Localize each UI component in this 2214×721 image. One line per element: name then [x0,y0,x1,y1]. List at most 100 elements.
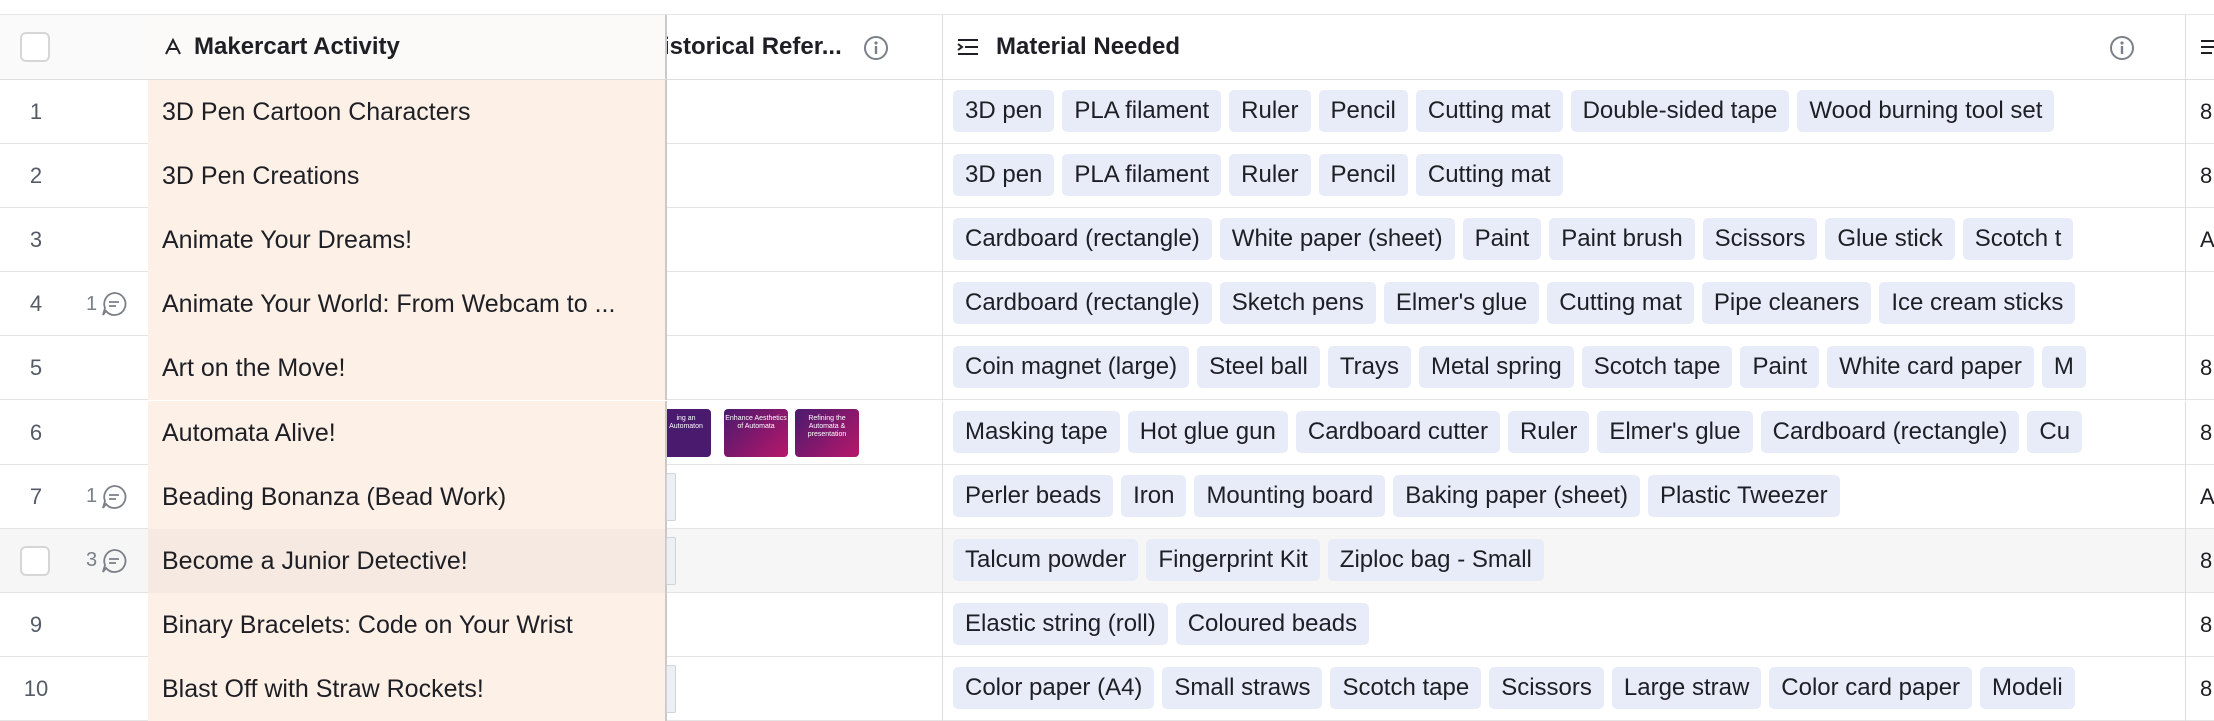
cell-material-needed[interactable]: 3D pen PLA filament Ruler Pencil Cutting mat… [943,80,2186,144]
cell-historical-reference[interactable] [667,336,943,401]
cell-makercart-activity[interactable]: Beading Bonanza (Bead Work) [148,464,667,529]
cell-material-needed[interactable]: Perler beads Iron Mounting board Baking pap… [943,464,2186,529]
cell-material-needed[interactable]: 3D pen PLA filament Ruler Pencil Cutting mat [943,144,2186,209]
material-tag: Hot glue gun [1127,410,1288,453]
activity-name: Art on the Move! [162,354,346,383]
material-tag: Glue stick [1825,218,1955,261]
cell-material-needed[interactable]: Cardboard (rectangle) Sketch pens Elmer's … [943,272,2186,337]
cell-historical-reference[interactable] [667,592,943,657]
activity-name: Beading Bonanza (Bead Work) [162,482,507,511]
grid-header: Makercart Activity istorical Refer... Ma… [0,15,2214,80]
select-all-checkbox[interactable] [20,32,50,62]
material-tag: Cu [2027,410,2083,453]
attachment-thumbnail[interactable]: ing an Automaton [667,408,711,457]
table-row[interactable]: 1 3D Pen Cartoon Characters 3D pen PLA fila… [0,80,2214,144]
material-tag: Mounting board [1194,474,1386,517]
cell-historical-reference[interactable] [667,208,943,273]
cell-makercart-activity[interactable]: Art on the Move! [148,336,667,401]
cell-material-needed[interactable]: Cardboard (rectangle) White paper (sheet)… [943,208,2186,273]
cell-next-column[interactable]: 8 [2186,657,2214,721]
cell-makercart-activity[interactable]: Animate Your World: From Webcam to ... [148,272,667,337]
column-header-label: Material Needed [996,33,1181,60]
column-header-makercart-activity[interactable]: Makercart Activity [148,15,667,79]
cell-next-column[interactable] [2186,272,2214,336]
table-row[interactable]: 10 Blast Off with Straw Rockets! Color pap… [0,656,2214,721]
info-icon[interactable] [2109,35,2135,61]
table-row[interactable]: 6 Automata Alive! ing an Automaton Enhance … [0,400,2214,465]
material-tag-list: 3D pen PLA filament Ruler Pencil Cutting mat… [953,90,2055,132]
cell-next-column[interactable]: A [2186,465,2214,529]
material-tag: Double-sided tape [1570,90,1790,132]
attachment-thumbnail-edge[interactable] [666,472,676,521]
column-header-next[interactable] [2186,15,2214,79]
comment-icon [102,548,127,573]
row-select-checkbox[interactable] [20,545,50,576]
cell-makercart-activity[interactable]: Blast Off with Straw Rockets! [148,656,667,721]
material-tag: Modeli [1980,666,2075,709]
column-header-historical-reference[interactable]: istorical Refer... [667,15,943,79]
cell-next-column[interactable]: A [2186,208,2214,272]
material-tag: Cardboard (rectangle) [953,282,1212,325]
thumbnail-caption: Enhance Aesthetics of Automata [725,414,787,430]
material-tag: Cutting mat [1415,154,1563,197]
material-tag: Coin magnet (large) [953,346,1190,389]
table-row[interactable]: 9 Binary Bracelets: Code on Your Wrist Ela… [0,592,2214,657]
next-column-value: 8 [2200,99,2213,124]
cell-historical-reference[interactable] [667,144,943,209]
material-tag: Cutting mat [1415,90,1563,132]
table-row[interactable]: 5 Art on the Move! Coin magnet (large) Stee… [0,336,2214,401]
cell-material-needed[interactable]: Color paper (A4) Small straws Scotch tape S… [943,656,2186,721]
cell-next-column[interactable]: 8 [2186,593,2214,657]
material-tag: Ruler [1229,154,1311,197]
cell-material-needed[interactable]: Masking tape Hot glue gun Cardboard cutter… [943,400,2186,465]
comment-count[interactable]: 1 [86,483,127,511]
material-tag: White card paper [1827,346,2034,389]
cell-next-column[interactable]: 8 [2186,336,2214,400]
cell-next-column[interactable]: 8 [2186,144,2214,208]
cell-next-column[interactable]: 8 [2186,401,2214,465]
table-row[interactable]: 2 3D Pen Creations 3D pen PLA filament Ruler… [0,144,2214,209]
cell-material-needed[interactable]: Elastic string (roll) Coloured beads [943,592,2186,657]
cell-makercart-activity[interactable]: 3D Pen Cartoon Characters [148,80,667,144]
table-row[interactable]: 3 Animate Your Dreams! Cardboard (rectangl… [0,208,2214,273]
cell-makercart-activity[interactable]: Animate Your Dreams! [148,208,667,273]
info-icon[interactable] [863,35,889,61]
table-row[interactable]: 4 1 Animate Your World: From Webcam to ...… [0,272,2214,337]
cell-historical-reference[interactable]: ing an Automaton Enhance Aesthetics of Au… [667,400,943,465]
cell-makercart-activity[interactable]: Automata Alive! [148,400,667,465]
row-number: 9 [29,611,43,637]
activity-name: Animate Your World: From Webcam to ... [162,290,616,319]
cell-historical-reference[interactable] [667,464,943,529]
table-row[interactable]: 7 1 Beading Bonanza (Bead Work) Perler bead… [0,464,2214,529]
next-column-value: 8 [2200,355,2213,381]
table-row[interactable]: 3 Become a Junior Detective! Talcum powder… [0,528,2214,593]
cell-historical-reference[interactable] [667,656,943,721]
attachment-thumbnail[interactable]: Refining the Automata & presentation [795,408,859,457]
cell-makercart-activity[interactable]: Become a Junior Detective! [148,528,667,593]
comment-count[interactable]: 1 [86,290,127,318]
material-tag: Cardboard cutter [1295,410,1500,453]
cell-next-column[interactable]: 8 [2186,529,2214,593]
multiple-select-icon [957,39,978,55]
material-tag: Cardboard (rectangle) [1760,410,2020,453]
activity-name: Automata Alive! [162,418,336,447]
attachment-thumbnail-edge[interactable] [666,664,676,713]
row-number: 3 [29,227,43,253]
cell-material-needed[interactable]: Coin magnet (large) Steel ball Trays Metal … [943,336,2186,401]
material-tag: Scotch tape [1330,666,1482,709]
cell-material-needed[interactable]: Talcum powder Fingerprint Kit Ziploc bag -… [943,528,2186,593]
comment-count[interactable]: 3 [86,547,127,575]
cell-historical-reference[interactable] [667,272,943,337]
material-tag-list: Coin magnet (large) Steel ball Trays Metal … [953,346,2086,389]
cell-historical-reference[interactable] [667,80,943,144]
material-tag-list: Color paper (A4) Small straws Scotch tape S… [953,666,2075,709]
material-tag: Color paper (A4) [953,666,1155,709]
cell-makercart-activity[interactable]: Binary Bracelets: Code on Your Wrist [148,592,667,657]
attachment-thumbnail-edge[interactable] [666,536,676,585]
next-column-value: 8 [2200,675,2213,701]
cell-next-column[interactable]: 8 [2186,80,2214,144]
cell-makercart-activity[interactable]: 3D Pen Creations [148,144,667,209]
cell-historical-reference[interactable] [667,528,943,593]
column-header-material-needed[interactable]: Material Needed [943,15,2186,79]
attachment-thumbnail[interactable]: Enhance Aesthetics of Automata [724,408,788,457]
